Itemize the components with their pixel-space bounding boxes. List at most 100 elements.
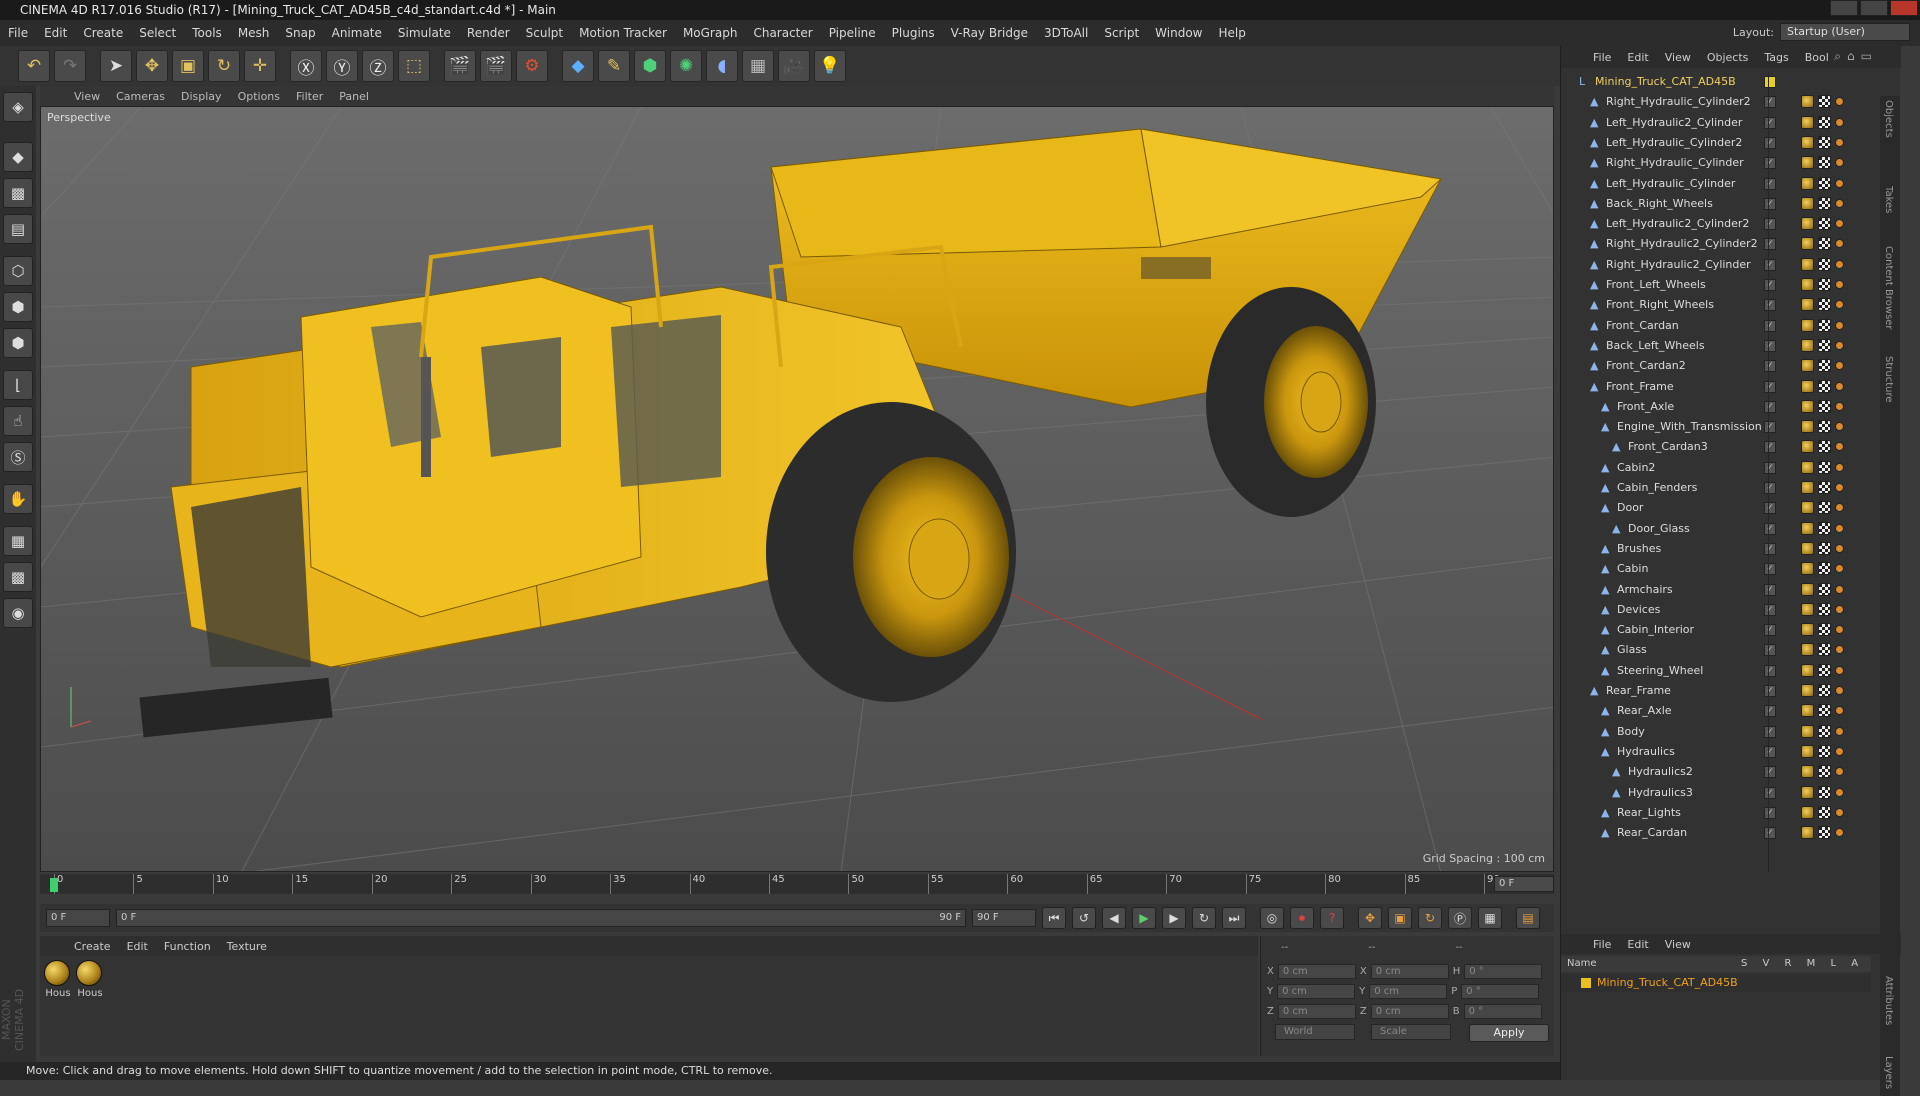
scale-dropdown[interactable]: Scale <box>1371 1024 1451 1040</box>
material-tag-icon[interactable] <box>1801 318 1814 332</box>
material-tag-icon[interactable] <box>1801 765 1814 779</box>
polygons-mode-icon[interactable]: ⬢ <box>3 328 33 358</box>
viewport-menu-display[interactable]: Display <box>173 90 230 103</box>
object-menu-tags[interactable]: Tags <box>1756 51 1796 64</box>
side-tab-takes[interactable]: Takes <box>1883 186 1894 213</box>
object-row[interactable]: ▲ Front_Cardan ✓ <box>1561 316 1901 336</box>
phong-tag-icon[interactable] <box>1835 645 1844 655</box>
viewport-menu-options[interactable]: Options <box>230 90 288 103</box>
material-tag-icon[interactable] <box>1801 562 1814 576</box>
next-frame-icon[interactable]: ▶ <box>1162 907 1186 929</box>
material-tag-icon[interactable] <box>1801 623 1814 637</box>
texture-tag-icon[interactable] <box>1818 765 1831 779</box>
texture-tag-icon[interactable] <box>1818 95 1831 109</box>
menu-simulate[interactable]: Simulate <box>390 26 459 40</box>
locked-workplane-icon[interactable]: ▩ <box>3 562 33 592</box>
phong-tag-icon[interactable] <box>1835 523 1844 533</box>
phong-tag-icon[interactable] <box>1835 584 1844 594</box>
move-tool-icon[interactable]: ✥ <box>136 50 168 82</box>
y-axis-lock-icon[interactable]: Ⓨ <box>326 50 358 82</box>
light-icon[interactable]: 💡 <box>814 50 846 82</box>
phong-tag-icon[interactable] <box>1835 300 1844 310</box>
material-tag-icon[interactable] <box>1801 704 1814 718</box>
object-row[interactable]: ▲ Left_Hydraulic_Cylinder2 ✓ <box>1561 133 1901 153</box>
visibility-check-icon[interactable]: ✓ <box>1764 583 1776 596</box>
object-row[interactable]: ▲ Cabin_Fenders ✓ <box>1561 478 1901 498</box>
render-view-icon[interactable]: 🎬 <box>444 50 476 82</box>
phong-tag-icon[interactable] <box>1835 767 1844 777</box>
texture-tag-icon[interactable] <box>1818 643 1831 657</box>
texture-tag-icon[interactable] <box>1818 278 1831 291</box>
menu-animate[interactable]: Animate <box>324 26 390 40</box>
menu-mesh[interactable]: Mesh <box>230 26 278 40</box>
object-row[interactable]: ▲ Front_Right_Wheels ✓ <box>1561 295 1901 315</box>
visibility-check-icon[interactable]: ✓ <box>1764 563 1776 576</box>
texture-tag-icon[interactable] <box>1818 298 1831 312</box>
snap-icon[interactable]: Ⓢ <box>3 442 33 472</box>
rot-h-field[interactable]: 0 ° <box>1464 963 1543 979</box>
object-row[interactable]: ▲ Cabin2 ✓ <box>1561 458 1901 478</box>
material-tag-icon[interactable] <box>1801 460 1814 474</box>
phong-tag-icon[interactable] <box>1835 828 1844 838</box>
phong-tag-icon[interactable] <box>1835 178 1844 188</box>
object-row[interactable]: ▲ Front_Left_Wheels ✓ <box>1561 275 1901 295</box>
phong-tag-icon[interactable] <box>1835 117 1844 127</box>
visibility-check-icon[interactable]: ✓ <box>1764 685 1776 697</box>
home-icon[interactable]: ⌂ <box>1847 49 1855 64</box>
visibility-check-icon[interactable]: ✓ <box>1764 441 1776 454</box>
menu-edit[interactable]: Edit <box>36 26 75 40</box>
phong-tag-icon[interactable] <box>1835 259 1844 269</box>
phong-tag-icon[interactable] <box>1835 401 1844 411</box>
material-tag-icon[interactable] <box>1801 805 1814 819</box>
menu-script[interactable]: Script <box>1096 26 1147 40</box>
viewport-menu-panel[interactable]: Panel <box>331 90 377 103</box>
phong-tag-icon[interactable] <box>1835 381 1844 391</box>
texture-tag-icon[interactable] <box>1818 176 1831 190</box>
visibility-check-icon[interactable]: ✓ <box>1764 197 1776 210</box>
object-row[interactable]: ▲ Devices ✓ <box>1561 600 1901 620</box>
sculpt-icon[interactable]: ✋ <box>3 484 33 514</box>
previous-frame-icon[interactable]: ◀ <box>1102 907 1126 929</box>
start-frame-field[interactable]: 0 F <box>46 909 110 927</box>
menu-character[interactable]: Character <box>745 26 820 40</box>
object-row[interactable]: ▲ Armchairs ✓ <box>1561 580 1901 600</box>
texture-tag-icon[interactable] <box>1818 582 1831 596</box>
tweak-mode-icon[interactable]: ☝ <box>3 406 33 436</box>
texture-tag-icon[interactable] <box>1818 379 1831 393</box>
visibility-check-icon[interactable]: ✓ <box>1764 400 1776 413</box>
phong-tag-icon[interactable] <box>1835 665 1844 675</box>
material-slot[interactable]: Hous <box>76 960 104 999</box>
material-tag-icon[interactable] <box>1801 95 1814 109</box>
menu-v-ray-bridge[interactable]: V-Ray Bridge <box>943 26 1036 40</box>
material-tag-icon[interactable] <box>1801 338 1814 352</box>
texture-tag-icon[interactable] <box>1818 399 1831 413</box>
texture-tag-icon[interactable] <box>1818 663 1831 677</box>
spline-pen-icon[interactable]: ✎ <box>598 50 630 82</box>
material-tag-icon[interactable] <box>1801 663 1814 677</box>
texture-tag-icon[interactable] <box>1818 156 1831 170</box>
phong-tag-icon[interactable] <box>1835 807 1844 817</box>
object-row[interactable]: ▲ Right_Hydraulic_Cylinder ✓ <box>1561 153 1901 173</box>
menu-file[interactable]: File <box>0 26 36 40</box>
phong-tag-icon[interactable] <box>1835 422 1844 432</box>
cloner-icon[interactable]: ✺ <box>670 50 702 82</box>
model-mode-icon[interactable]: ◆ <box>3 142 33 172</box>
subdivision-icon[interactable]: ⬢ <box>634 50 666 82</box>
material-tag-icon[interactable] <box>1801 744 1814 758</box>
object-menu-view[interactable]: View <box>1657 51 1699 64</box>
visibility-check-icon[interactable]: ✓ <box>1764 806 1776 819</box>
side-tab-objects[interactable]: Objects <box>1883 100 1894 138</box>
layout-dropdown[interactable]: Startup (User) <box>1780 23 1910 41</box>
material-tag-icon[interactable] <box>1801 440 1814 454</box>
axis-mode-icon[interactable]: ⌊ <box>3 370 33 400</box>
object-row[interactable]: ▲ Back_Right_Wheels ✓ <box>1561 194 1901 214</box>
material-tag-icon[interactable] <box>1801 217 1814 231</box>
search-icon[interactable]: ⌕ <box>1834 49 1841 64</box>
material-tag-icon[interactable] <box>1801 643 1814 657</box>
texture-tag-icon[interactable] <box>1818 359 1831 373</box>
phong-tag-icon[interactable] <box>1835 625 1844 635</box>
object-row[interactable]: ▲ Left_Hydraulic_Cylinder ✓ <box>1561 174 1901 194</box>
object-row[interactable]: ▲ Front_Frame ✓ <box>1561 377 1901 397</box>
texture-tag-icon[interactable] <box>1818 704 1831 718</box>
object-row[interactable]: ▲ Rear_Cardan ✓ <box>1561 823 1901 843</box>
